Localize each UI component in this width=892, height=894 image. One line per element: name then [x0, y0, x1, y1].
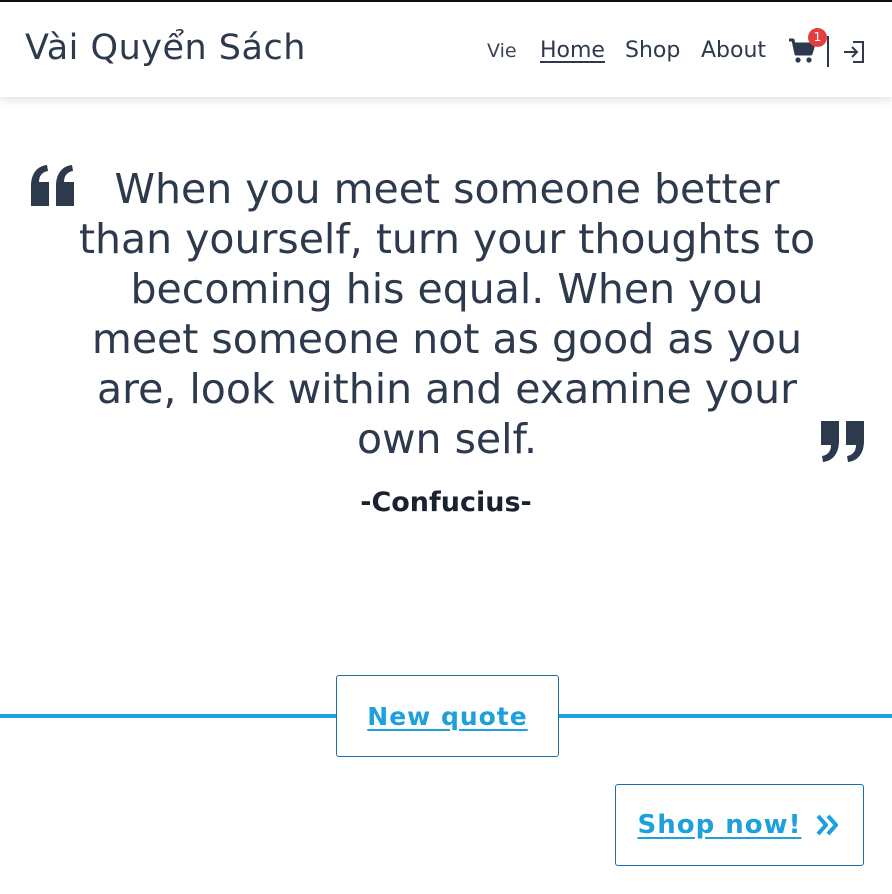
- cart-count-badge: 1: [808, 28, 827, 47]
- quote-author: -Confucius-: [360, 487, 532, 518]
- nav-divider: [827, 36, 829, 67]
- quote-text: When you meet someone better than yourse…: [78, 165, 816, 463]
- quote-open-icon: [29, 164, 77, 208]
- login-icon[interactable]: [841, 39, 867, 65]
- double-chevron-right-icon: [814, 811, 842, 839]
- brand-logo[interactable]: Vài Quyển Sách: [25, 28, 306, 68]
- quote-close-icon: [818, 419, 866, 463]
- nav-home[interactable]: Home: [540, 38, 605, 63]
- nav-shop[interactable]: Shop: [625, 38, 680, 63]
- shop-now-button[interactable]: Shop now!: [615, 784, 864, 866]
- navbar: Vài Quyển Sách Vie Home Shop About 1: [0, 2, 892, 97]
- new-quote-button[interactable]: New quote: [336, 675, 559, 757]
- nav-about[interactable]: About: [701, 38, 766, 63]
- shop-now-label: Shop now!: [637, 810, 802, 840]
- language-switch[interactable]: Vie: [487, 40, 517, 62]
- new-quote-label: New quote: [367, 701, 528, 731]
